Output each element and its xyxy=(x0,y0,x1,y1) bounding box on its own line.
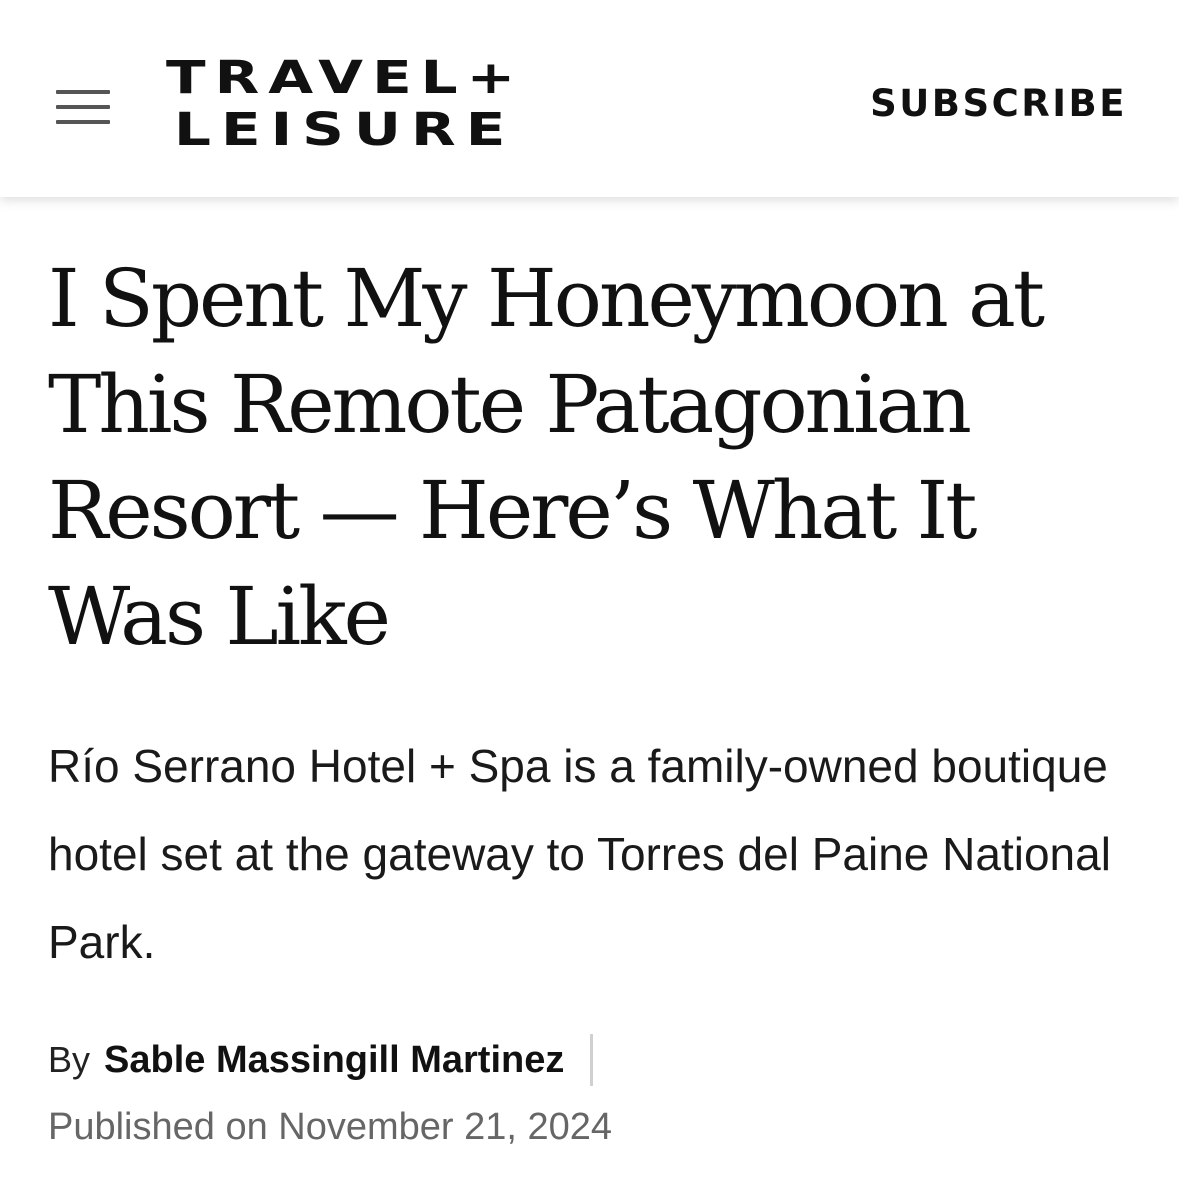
article-headline: I Spent My Honeymoon at This Remote Pata… xyxy=(48,252,1045,663)
site-logo[interactable]: TRAVEL+ LEISURE xyxy=(166,55,596,165)
byline-prefix: By xyxy=(48,1039,91,1080)
menu-bar xyxy=(56,90,110,94)
logo-line-2: LEISURE xyxy=(174,103,516,157)
logo-line-1: TRAVEL+ xyxy=(166,51,525,105)
article-dek: Río Serrano Hotel + Spa is a family-owne… xyxy=(48,740,1111,968)
byline-divider xyxy=(590,1034,594,1086)
menu-bar xyxy=(56,120,110,124)
hamburger-menu-icon[interactable] xyxy=(54,86,112,128)
subscribe-button[interactable]: SUBSCRIBE xyxy=(870,82,1127,125)
menu-bar xyxy=(56,105,110,109)
author-link[interactable]: Sable Massingill Martinez xyxy=(104,1039,564,1082)
site-header: TRAVEL+ LEISURE SUBSCRIBE xyxy=(0,0,1179,197)
published-date: Published on November 21, 2024 xyxy=(48,1106,613,1148)
byline: By Sable Massingill Martinez xyxy=(48,1030,594,1090)
